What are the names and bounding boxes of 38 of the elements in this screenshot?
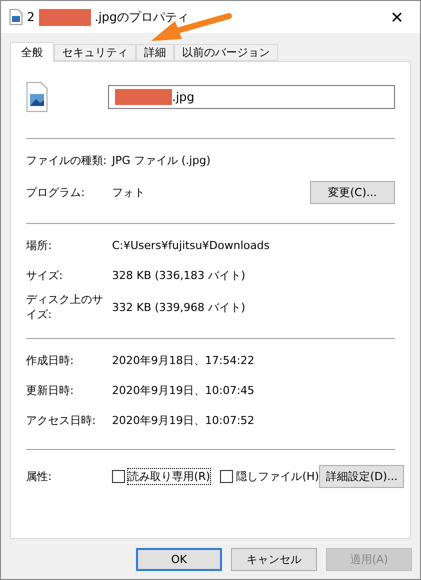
property-value: C:¥Users¥fujitsu¥Downloads xyxy=(112,238,270,252)
property-label: 場所: xyxy=(26,238,53,252)
checkbox[interactable] xyxy=(112,470,125,482)
property-value: フォト xyxy=(112,184,145,200)
image-file-icon xyxy=(26,82,48,112)
redaction-mark xyxy=(38,8,91,26)
redaction-mark xyxy=(115,89,172,105)
file-name-field[interactable]: .jpg xyxy=(108,85,395,109)
property-label: アクセス日時: xyxy=(26,412,97,428)
window-title: .jpgのプロパティ xyxy=(94,8,190,26)
property-label: ファイルの種類: xyxy=(26,152,108,168)
property-label: サイズ: xyxy=(26,268,64,282)
property-label: 属性: xyxy=(26,468,53,484)
file-name-text: .jpg xyxy=(172,90,194,104)
dialog-button[interactable]: キャンセル xyxy=(231,548,317,571)
window-title: 2 xyxy=(27,10,35,24)
advanced-button[interactable]: 詳細設定(D)... xyxy=(319,464,404,488)
tab[interactable]: 全般 xyxy=(10,42,54,62)
tab[interactable]: 以前のバージョン xyxy=(174,44,278,61)
property-label: プログラム: xyxy=(26,184,86,200)
dialog-button[interactable]: OK xyxy=(136,548,222,571)
tab[interactable]: セキュリティ xyxy=(54,44,136,61)
checkbox-label: 隠しファイル(H) xyxy=(236,468,320,484)
tab[interactable]: 詳細 xyxy=(136,44,174,61)
property-value: 2020年9月18日、17:54:22 xyxy=(112,352,254,368)
close-button[interactable]: ✕ xyxy=(374,1,420,33)
property-value: 2020年9月19日、10:07:45 xyxy=(112,382,254,398)
property-value: 332 KB (339,968 バイト) xyxy=(112,300,246,314)
property-value: 2020年9月19日、10:07:52 xyxy=(112,412,254,428)
property-value: 328 KB (336,183 バイト) xyxy=(112,268,246,282)
checkbox-label: 読み取り専用(R) xyxy=(128,468,210,484)
property-label: 更新日時: xyxy=(26,382,75,398)
image-file-icon xyxy=(9,9,23,25)
change-button[interactable]: 変更(C)... xyxy=(310,180,395,204)
property-label: 作成日時: xyxy=(26,352,75,368)
checkbox[interactable] xyxy=(220,470,234,482)
property-label: ディスク上のサイズ: xyxy=(26,292,104,322)
property-value: JPG ファイル (.jpg) xyxy=(112,152,210,168)
